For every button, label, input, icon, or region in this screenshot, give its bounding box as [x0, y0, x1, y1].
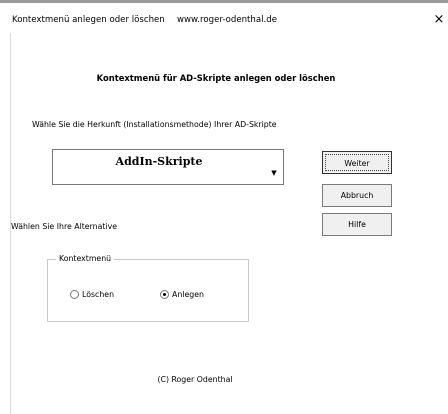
radio-delete[interactable]: Löschen — [70, 290, 114, 300]
dropdown-arrow-icon[interactable]: ▼ — [268, 167, 280, 179]
next-button[interactable]: Weiter — [322, 151, 392, 174]
copyright-footer: (C) Roger Odenthal — [157, 375, 233, 384]
cancel-button[interactable]: Abbruch — [322, 184, 392, 207]
radio-delete-circle — [70, 290, 79, 299]
context-menu-frame-title: Kontextmenü — [56, 254, 115, 263]
source-label: Wähle Sie die Herkunft (Installationsmet… — [32, 120, 277, 129]
help-button[interactable]: Hilfe — [322, 213, 392, 236]
radio-create[interactable]: Anlegen — [160, 290, 204, 300]
alternative-label: Wählen Sie Ihre Alternative — [11, 222, 118, 231]
radio-create-label: Anlegen — [172, 290, 204, 299]
window-title: Kontextmenü anlegen oder löschen — [12, 15, 165, 25]
dialog-heading: Kontextmenü für AD-Skripte anlegen oder … — [96, 73, 336, 83]
source-select-value: AddIn-Skripte — [115, 155, 203, 168]
radio-create-circle — [160, 290, 169, 299]
context-menu-frame: Kontextmenü Löschen Anlegen — [47, 254, 249, 322]
title-bar: Kontextmenü anlegen oder löschen www.rog… — [0, 3, 448, 33]
next-button-label: Weiter — [325, 154, 389, 171]
close-icon: × — [433, 12, 445, 27]
window-title-url: www.roger-odenthal.de — [177, 15, 278, 25]
source-select[interactable]: AddIn-Skripte ▼ — [52, 149, 284, 185]
dialog-body: Kontextmenü für AD-Skripte anlegen oder … — [10, 33, 448, 414]
radio-delete-label: Löschen — [82, 290, 115, 299]
close-button[interactable]: × — [432, 13, 446, 27]
